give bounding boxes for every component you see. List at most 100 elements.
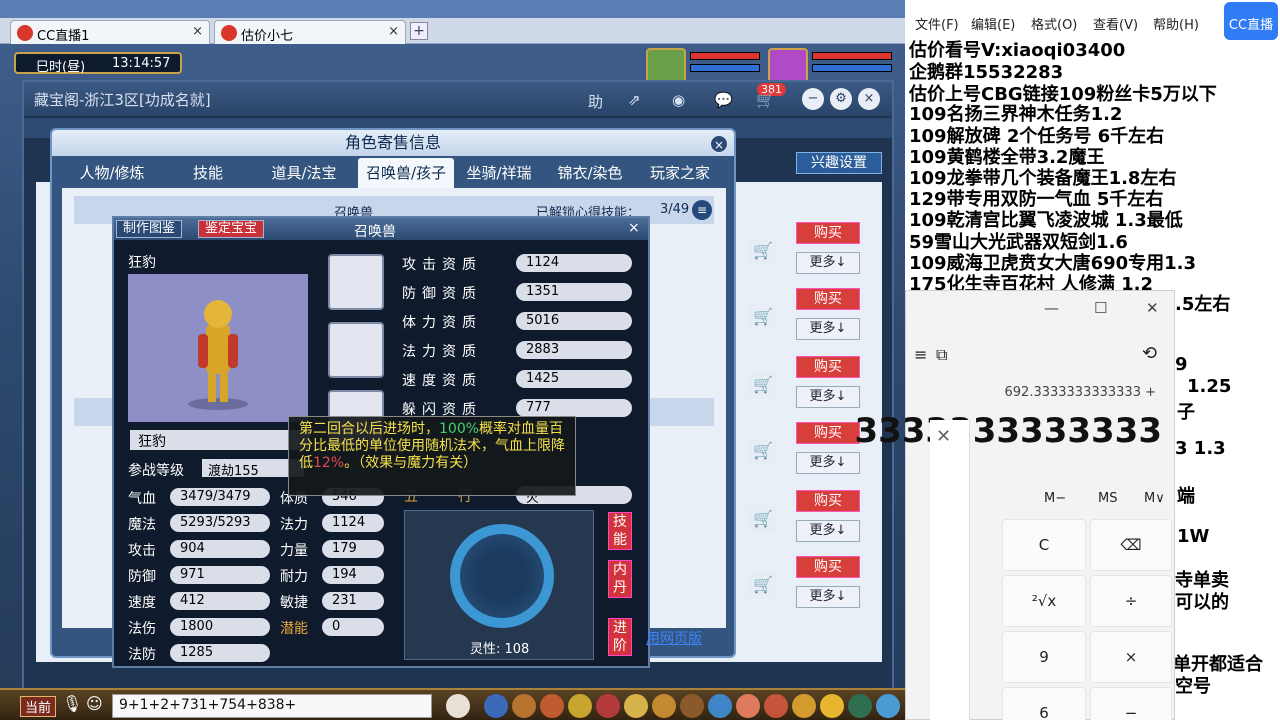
memory-store-button[interactable]: MS xyxy=(1098,491,1117,506)
maximize-icon[interactable]: ☐ xyxy=(1094,299,1107,317)
menu-edit[interactable]: 编辑(E) xyxy=(971,14,1015,33)
buy-button[interactable]: 购买 xyxy=(796,422,860,444)
more-button[interactable]: 更多↓ xyxy=(796,252,860,274)
buy-button[interactable]: 购买 xyxy=(796,222,860,244)
close-icon[interactable]: × xyxy=(858,88,880,110)
emoji-icon[interactable]: ☺ xyxy=(86,694,103,713)
friend-icon[interactable] xyxy=(736,694,760,718)
make-atlas-button[interactable]: 制作图鉴 xyxy=(116,220,183,238)
menu-view[interactable]: 查看(V) xyxy=(1093,14,1138,33)
add-tab-button[interactable]: + xyxy=(410,22,428,40)
bag-icon[interactable] xyxy=(540,694,564,718)
help-button[interactable]: 助 xyxy=(588,91,603,112)
add-to-cart-icon[interactable]: 🛒 xyxy=(748,372,778,398)
equip-slot-2[interactable] xyxy=(328,322,384,378)
trade-icon[interactable] xyxy=(680,694,704,718)
more-button[interactable]: 更多↓ xyxy=(796,520,860,542)
spirit-ring[interactable] xyxy=(450,524,554,628)
keep-on-top-icon[interactable]: ⧉ xyxy=(936,345,947,365)
cart-icon[interactable]: 🛒 xyxy=(756,91,775,109)
item-icon[interactable] xyxy=(512,694,536,718)
minimize-icon[interactable]: — xyxy=(1044,299,1059,317)
map-icon[interactable] xyxy=(708,694,732,718)
memory-list-button[interactable]: M∨ xyxy=(1144,491,1165,506)
tab-home[interactable]: 玩家之家 xyxy=(636,158,724,188)
close-icon[interactable]: ✕ xyxy=(936,426,951,447)
nav-menu-icon[interactable]: ≡ xyxy=(914,345,927,364)
advance-button[interactable]: 进阶 xyxy=(608,618,632,656)
team-icon[interactable] xyxy=(568,694,592,718)
tab-skills[interactable]: 技能 xyxy=(164,158,252,188)
gear-icon[interactable]: ⚙ xyxy=(830,88,852,110)
pet-name-field[interactable]: 狂豹 xyxy=(130,430,310,450)
close-icon[interactable]: × xyxy=(192,24,203,39)
buy-button[interactable]: 购买 xyxy=(796,556,860,578)
add-to-cart-icon[interactable]: 🛒 xyxy=(748,438,778,464)
system-icon[interactable] xyxy=(848,694,872,718)
equip-slot-1[interactable] xyxy=(328,254,384,310)
microphone-icon[interactable]: 🎙 xyxy=(62,694,82,713)
memory-minus-button[interactable]: M− xyxy=(1044,491,1066,506)
task-icon[interactable] xyxy=(624,694,648,718)
message-icon[interactable]: 💬 xyxy=(714,91,733,109)
menu-format[interactable]: 格式(O) xyxy=(1031,14,1077,33)
tab-costumes[interactable]: 锦衣/染色 xyxy=(546,158,634,188)
tab-mounts[interactable]: 坐骑/祥瑞 xyxy=(456,158,542,188)
add-to-cart-icon[interactable]: 🛒 xyxy=(748,506,778,532)
gang-icon[interactable] xyxy=(652,694,676,718)
clear-button[interactable]: C xyxy=(1002,519,1086,571)
add-to-cart-icon[interactable]: 🛒 xyxy=(748,238,778,264)
stat-label: 法伤 xyxy=(128,621,156,637)
close-icon[interactable]: × xyxy=(388,24,399,39)
subtract-button[interactable]: − xyxy=(1090,687,1172,720)
interest-settings-button[interactable]: 兴趣设置 xyxy=(796,152,882,174)
sqrt-button[interactable]: ²√x xyxy=(1002,575,1086,627)
web-version-link[interactable]: 用网页版 xyxy=(646,628,702,648)
add-to-cart-icon[interactable]: 🛒 xyxy=(748,304,778,330)
smile-icon[interactable] xyxy=(820,694,844,718)
buy-button[interactable]: 购买 xyxy=(796,356,860,378)
menu-help[interactable]: 帮助(H) xyxy=(1153,14,1199,33)
tab-character[interactable]: 人物/修炼 xyxy=(64,158,160,188)
stat-label: 防御 xyxy=(128,569,156,585)
history-icon[interactable]: ⟲ xyxy=(1142,343,1157,364)
chat-input[interactable]: 9+1+2+731+754+838+ xyxy=(112,694,432,718)
pet-figure xyxy=(188,300,248,410)
pet-icon[interactable] xyxy=(446,694,470,718)
chat-channel-button[interactable]: 当前 xyxy=(20,696,57,717)
activity-icon[interactable] xyxy=(792,694,816,718)
minimize-icon[interactable]: − xyxy=(802,88,824,110)
tab-items[interactable]: 道具/法宝 xyxy=(256,158,352,188)
stop-icon[interactable]: ◉ xyxy=(672,91,685,109)
more-button[interactable]: 更多↓ xyxy=(796,318,860,340)
multiply-button[interactable]: × xyxy=(1090,631,1172,683)
more-button[interactable]: 更多↓ xyxy=(796,452,860,474)
tab-appraise[interactable]: 估价小七 × xyxy=(214,20,406,44)
divide-button[interactable]: ÷ xyxy=(1090,575,1172,627)
digit-9-button[interactable]: 9 xyxy=(1002,631,1086,683)
mall-icon[interactable] xyxy=(764,694,788,718)
add-to-cart-icon[interactable]: 🛒 xyxy=(748,572,778,598)
menu-icon[interactable]: ≡ xyxy=(692,200,712,220)
close-icon[interactable]: × xyxy=(710,135,728,153)
close-icon[interactable]: ✕ xyxy=(1146,299,1159,317)
attack-icon[interactable] xyxy=(484,694,508,718)
skill-button[interactable]: 技能 xyxy=(608,512,632,550)
pet-menu-icon[interactable] xyxy=(596,694,620,718)
identify-pet-button[interactable]: 鉴定宝宝 xyxy=(198,220,265,238)
share-icon[interactable]: ⇗ xyxy=(628,91,641,109)
more-button[interactable]: 更多↓ xyxy=(796,386,860,408)
inner-core-button[interactable]: 内丹 xyxy=(608,560,632,598)
buy-button[interactable]: 购买 xyxy=(796,490,860,512)
pet-portrait xyxy=(128,274,308,422)
tab-pets[interactable]: 召唤兽/孩子 xyxy=(358,158,454,188)
backspace-button[interactable]: ⌫ xyxy=(1090,519,1172,571)
more-button[interactable]: 更多↓ xyxy=(796,586,860,608)
note-fragment: 1W xyxy=(1177,526,1210,547)
menu-file[interactable]: 文件(F) xyxy=(915,14,959,33)
close-icon[interactable]: × xyxy=(628,220,640,236)
buy-button[interactable]: 购买 xyxy=(796,288,860,310)
digit-6-button[interactable]: 6 xyxy=(1002,687,1086,720)
tab-cc-live[interactable]: CC直播1 × xyxy=(10,20,210,44)
settings-icon[interactable] xyxy=(876,694,900,718)
